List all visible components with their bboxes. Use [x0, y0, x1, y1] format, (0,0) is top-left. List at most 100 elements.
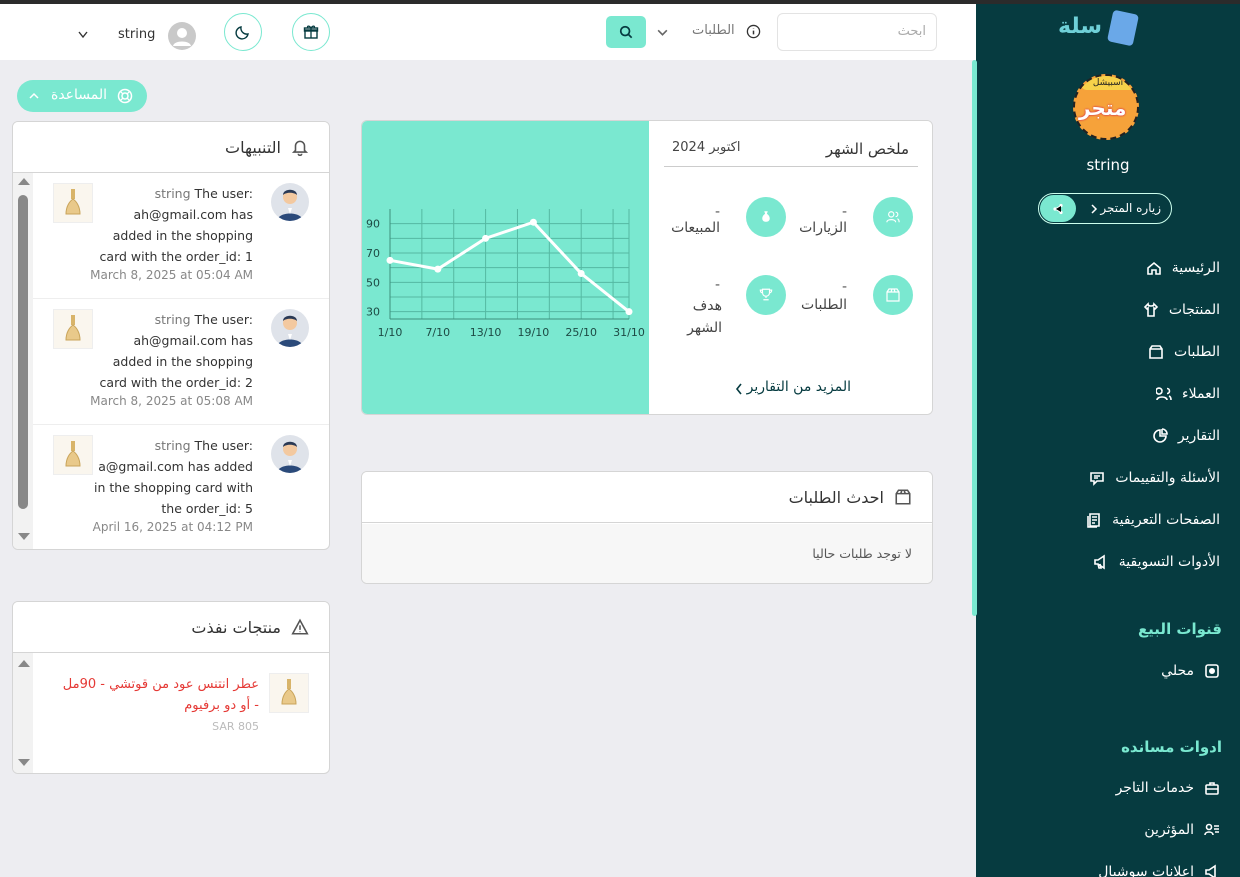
store-logo-text: متجر [1079, 96, 1127, 120]
user-menu-chevron-icon[interactable] [78, 31, 88, 39]
home-icon [1146, 261, 1161, 275]
sidebar-item-megaphone[interactable]: الأدوات التسويقية [1000, 541, 1220, 583]
latest-orders-card: احدث الطلبات لا توجد طلبات حاليا [361, 471, 933, 584]
notifications-scrollbar[interactable] [13, 173, 33, 549]
top-header: ابحث الطلبات string [0, 4, 976, 60]
sidebar-item-influencers[interactable]: المؤثرين [1144, 822, 1220, 838]
user-silhouette-icon [173, 28, 191, 46]
sidebar-item-label: محلي [1161, 663, 1194, 679]
user-avatar [271, 435, 309, 473]
user-avatar [271, 183, 309, 221]
notification-date: April 16, 2025 at 04:12 PM [92, 520, 253, 534]
summary-divider [664, 166, 918, 167]
shopping-bag-icon [1106, 9, 1140, 47]
gifts-button[interactable] [292, 13, 330, 51]
visit-store-button[interactable]: زياره المتجر [1038, 193, 1172, 224]
chart-series-line [389, 220, 630, 313]
chart-x-tick-label: 13/10 [470, 326, 502, 339]
notification-item[interactable]: string The user: a@gmail.com has added i… [33, 425, 329, 549]
notifications-title: التنبيهات [225, 137, 281, 157]
help-label: المساعدة [51, 87, 108, 103]
notification-date: March 8, 2025 at 05:04 AM [90, 268, 253, 282]
month-summary-card: 30 50 70 90 1/10 7/10 13/10 19/10 25/10 31/10 ملخ… [361, 120, 933, 415]
sidebar-item-box[interactable]: الطلبات [1000, 331, 1220, 373]
sales-kpi-icon [746, 197, 786, 237]
chart-y-tick-label: 30 [366, 306, 380, 319]
sidebar-nav: الرئيسية المنتجات الطلبات العملاء التقارير ال… [1000, 247, 1220, 583]
notification-prefix: string [154, 438, 191, 453]
sidebar-item-home[interactable]: الرئيسية [1000, 247, 1220, 289]
sales-label: المبيعات [671, 220, 720, 236]
latest-orders-header: احدث الطلبات [362, 472, 932, 523]
brand-name: سلة [1058, 14, 1102, 39]
chart-data-point [529, 218, 537, 226]
out-of-stock-item[interactable]: عطر انتنس عود من قوتشي - 90مل - أو دو بر… [33, 653, 329, 773]
notification-item[interactable]: string The user: ah@gmail.com has added … [33, 299, 329, 425]
store-logo-badge: اسبيشل [1081, 76, 1135, 90]
search-scope-select[interactable]: الطلبات [650, 22, 770, 44]
search-button[interactable] [606, 16, 646, 48]
scroll-down-arrow[interactable] [18, 759, 30, 766]
lifebuoy-icon [117, 88, 133, 104]
chart-data-point [386, 256, 394, 264]
scroll-up-arrow[interactable] [18, 178, 30, 185]
summary-panel: ملخص الشهر اكتوبر 2024 - الزيارات - المب… [649, 121, 932, 414]
dark-mode-toggle[interactable] [224, 13, 262, 51]
sidebar-item-social-ads[interactable]: اعلانات سوشيال [1098, 864, 1220, 877]
search-input[interactable]: ابحث [777, 13, 937, 51]
chart-y-tick-label: 70 [366, 247, 380, 260]
moon-icon [235, 26, 249, 40]
out-of-stock-header: منتجات نفذت [13, 602, 329, 653]
share-button[interactable] [1040, 195, 1076, 222]
orders-label: الطلبات [801, 297, 847, 313]
user-avatar [271, 309, 309, 347]
chevron-up-icon [29, 92, 39, 99]
sidebar-item-users[interactable]: العملاء [1000, 373, 1220, 415]
box-icon [895, 489, 911, 505]
sidebar-accent-bar [972, 60, 977, 616]
summary-month: اكتوبر 2024 [672, 140, 741, 155]
salla-logo[interactable]: سلة [1058, 8, 1140, 50]
more-reports-link[interactable]: المزيد من التقارير [747, 379, 851, 395]
scroll-down-arrow[interactable] [18, 533, 30, 540]
scroll-thumb[interactable] [18, 195, 28, 509]
sidebar-item-label: الأسئلة والتقييمات [1115, 470, 1220, 486]
user-avatar[interactable] [168, 22, 196, 50]
chevron-left-icon [735, 383, 742, 395]
notifications-header: التنبيهات [13, 122, 329, 173]
user-name[interactable]: string [118, 27, 155, 42]
sidebar-item-pages[interactable]: الصفحات التعريفية [1000, 499, 1220, 541]
user-avatar-icon [277, 315, 303, 347]
scroll-up-arrow[interactable] [18, 660, 30, 667]
sidebar-item-label: الصفحات التعريفية [1112, 512, 1220, 528]
help-button[interactable]: المساعدة [17, 80, 147, 112]
box-icon [1149, 345, 1163, 359]
out-of-stock-scrollbar[interactable] [13, 653, 33, 773]
goal-value: - [714, 277, 720, 293]
notification-item[interactable]: string The user: ah@gmail.com has added … [33, 173, 329, 299]
sidebar-item-label: التقارير [1177, 428, 1220, 444]
store-logo: اسبيشل متجر [1073, 74, 1139, 140]
share-icon [1053, 203, 1063, 215]
goal-label: هدف الشهر [687, 298, 722, 336]
sidebar-item-label: المنتجات [1168, 302, 1220, 318]
box-icon [886, 288, 900, 302]
goal-kpi-icon [746, 275, 786, 315]
latest-orders-title: احدث الطلبات [788, 487, 884, 507]
sidebar-item-label: العملاء [1182, 386, 1220, 402]
sidebar-item-shirt[interactable]: المنتجات [1000, 289, 1220, 331]
sidebar-item-local[interactable]: محلي [1161, 663, 1220, 679]
sidebar-item-pie-chart[interactable]: التقارير [1000, 415, 1220, 457]
money-bag-icon [762, 211, 770, 222]
briefcase-icon [1205, 782, 1219, 795]
megaphone-icon [1093, 554, 1105, 570]
sidebar-item-merchant-services[interactable]: خدمات التاجر [1116, 780, 1220, 796]
chart-x-tick-label: 31/10 [613, 326, 645, 339]
sidebar-item-comment[interactable]: الأسئلة والتقييمات [1000, 457, 1220, 499]
chart-x-tick-label: 25/10 [565, 326, 597, 339]
sidebar-item-label: الطلبات [1174, 344, 1220, 360]
product-name[interactable]: عطر انتنس عود من قوتشي - 90مل - أو دو بر… [59, 674, 259, 716]
notification-text: string The user: a@gmail.com has added i… [93, 435, 253, 519]
notification-text: string The user: ah@gmail.com has added … [93, 183, 253, 267]
chart-x-tick-label: 19/10 [518, 326, 550, 339]
